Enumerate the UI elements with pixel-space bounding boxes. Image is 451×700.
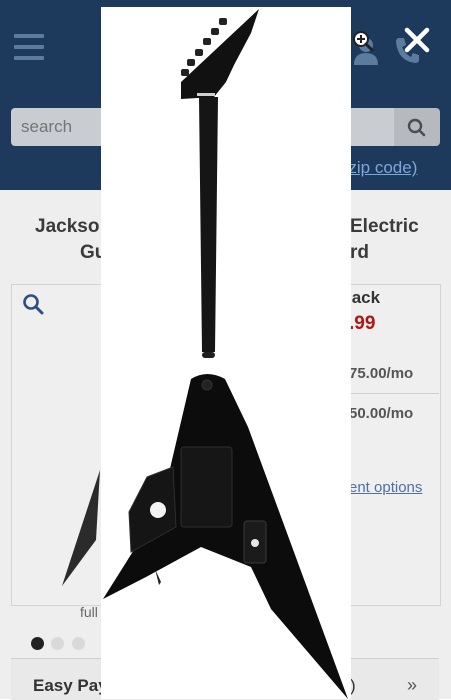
financing-option-2: 50.00/mo xyxy=(349,405,414,422)
full-label: full xyxy=(80,604,98,620)
gallery-dot[interactable] xyxy=(71,637,85,651)
gallery-dot[interactable] xyxy=(31,637,44,651)
gallery-dot[interactable] xyxy=(51,637,65,651)
image-modal xyxy=(101,7,351,699)
gallery-dots xyxy=(31,635,88,653)
search-icon xyxy=(407,118,426,137)
close-icon[interactable] xyxy=(401,24,433,56)
hamburger-menu-icon[interactable] xyxy=(14,34,44,62)
payment-options-link[interactable]: ent options xyxy=(349,479,422,496)
price: .99 xyxy=(349,313,376,334)
chevron-right-icon[interactable]: » xyxy=(407,675,417,696)
guitar-back-image xyxy=(103,9,348,699)
finish-label: lack xyxy=(347,288,381,307)
product-title-right-1: Electric xyxy=(350,216,419,237)
financing-option-1: 75.00/mo xyxy=(349,365,414,382)
zoom-icon[interactable] xyxy=(22,293,44,315)
easy-pay-label: Easy Pay xyxy=(33,676,108,695)
divider xyxy=(349,393,439,394)
zoom-in-icon[interactable] xyxy=(352,30,374,52)
product-title-right-2: rd xyxy=(350,242,369,263)
product-title-left-1: Jackso xyxy=(35,216,100,237)
gallery-guitar-partial xyxy=(62,470,100,586)
search-button[interactable] xyxy=(394,108,440,146)
